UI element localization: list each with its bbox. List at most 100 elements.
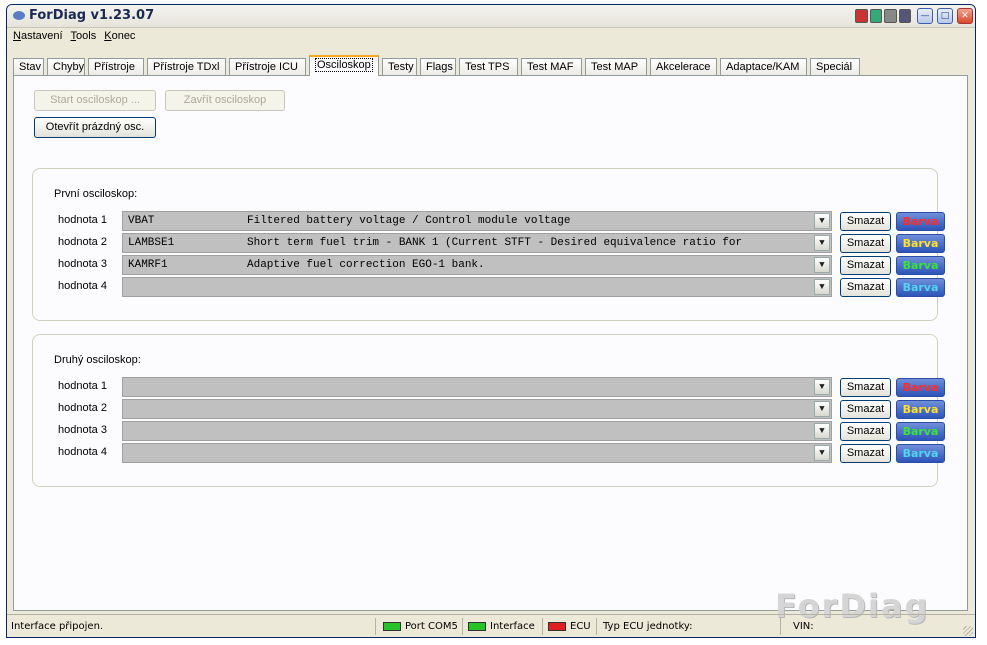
value-row: hodnota 3 KAMRF1 Adaptive fuel correction … — [33, 255, 945, 275]
value-select[interactable]: VBAT Filtered battery voltage / Control m… — [122, 211, 832, 231]
value-label: hodnota 4 — [58, 280, 107, 292]
tab-chyby[interactable]: Chyby — [47, 58, 85, 75]
start-oscilloscope-button[interactable]: Start osciloskop ... — [34, 90, 156, 111]
tab-p-stroje-tdxl[interactable]: Přístroje TDxl — [147, 58, 226, 75]
chevron-down-icon[interactable]: ▼ — [814, 423, 830, 439]
group-label: První osciloskop: — [54, 188, 138, 200]
menu-konec[interactable]: Konec — [104, 30, 135, 42]
value-select[interactable]: ▼ — [122, 277, 832, 297]
tab-label: Akcelerace — [656, 61, 711, 73]
chevron-down-icon[interactable]: ▼ — [814, 279, 830, 295]
delete-button[interactable]: Smazat — [840, 278, 891, 297]
tab-label: Přístroje ICU — [235, 61, 298, 73]
tab-test-map[interactable]: Test MAP — [585, 58, 647, 75]
close-button[interactable]: ✕ — [957, 8, 973, 24]
chevron-down-icon[interactable]: ▼ — [814, 235, 830, 251]
chevron-down-icon[interactable]: ▼ — [814, 379, 830, 395]
value-select[interactable]: ▼ — [122, 421, 832, 441]
close-oscilloscope-button[interactable]: Zavřít osciloskop — [165, 90, 285, 111]
value-select[interactable]: ▼ — [122, 377, 832, 397]
tab-label: Test MAP — [591, 61, 639, 73]
value-label: hodnota 1 — [58, 380, 107, 392]
interface-indicator: Interface — [468, 619, 535, 635]
app-window: ForDiag v1.23.07 — □ ✕ Nastavení Tools K… — [6, 4, 976, 638]
tab-adaptace-kam[interactable]: Adaptace/KAM — [720, 58, 807, 75]
color-button[interactable]: Barva — [896, 256, 945, 275]
value-description: Filtered battery voltage / Control modul… — [247, 215, 571, 227]
resize-grip[interactable] — [963, 626, 973, 636]
chevron-down-icon[interactable]: ▼ — [814, 401, 830, 417]
plug-icon — [898, 9, 911, 23]
color-button[interactable]: Barva — [896, 444, 945, 463]
tab-strip: Stav Chyby Přístroje Přístroje TDxl Přístroj… — [13, 55, 863, 76]
tab-flags[interactable]: Flags — [420, 58, 456, 75]
tab-label: Osciloskop — [315, 58, 373, 72]
oscilloscope-panel: Start osciloskop ... Zavřít osciloskop O… — [13, 75, 968, 611]
app-icon — [13, 11, 25, 20]
color-button[interactable]: Barva — [896, 234, 945, 253]
color-button[interactable]: Barva — [896, 378, 945, 397]
delete-button[interactable]: Smazat — [840, 444, 891, 463]
tab-p-stroje-icu[interactable]: Přístroje ICU — [229, 58, 306, 75]
color-button[interactable]: Barva — [896, 212, 945, 231]
tab-osciloskop[interactable]: Osciloskop — [309, 55, 379, 76]
value-select[interactable]: ▼ — [122, 399, 832, 419]
value-description: Short term fuel trim - BANK 1 (Current S… — [247, 237, 743, 249]
color-button[interactable]: Barva — [896, 400, 945, 419]
ecu-led-icon — [548, 621, 566, 631]
chevron-down-icon[interactable]: ▼ — [814, 257, 830, 273]
delete-button[interactable]: Smazat — [840, 378, 891, 397]
color-button[interactable]: Barva — [896, 422, 945, 441]
value-description: Adaptive fuel correction EGO-1 bank. — [247, 259, 485, 271]
value-label: hodnota 2 — [58, 402, 107, 414]
open-empty-oscilloscope-button[interactable]: Otevřít prázdný osc. — [34, 117, 156, 138]
tab-test-maf[interactable]: Test MAF — [521, 58, 582, 75]
chevron-down-icon[interactable]: ▼ — [814, 445, 830, 461]
tab-p-stroje[interactable]: Přístroje — [88, 58, 144, 75]
menu-nastaveni[interactable]: Nastavení — [13, 30, 63, 42]
tab-label: Adaptace/KAM — [726, 61, 800, 73]
color-button[interactable]: Barva — [896, 278, 945, 297]
delete-button[interactable]: Smazat — [840, 400, 891, 419]
value-select[interactable]: ▼ — [122, 443, 832, 463]
value-row: hodnota 1 VBAT Filtered battery voltage / … — [33, 211, 945, 231]
value-label: hodnota 2 — [58, 236, 107, 248]
ecu-indicator: ECU — [548, 619, 591, 635]
tab-label: Test TPS — [465, 61, 510, 73]
chevron-down-icon[interactable]: ▼ — [814, 213, 830, 229]
value-row: hodnota 2 ▼ Smazat Barva — [33, 399, 945, 419]
value-select[interactable]: KAMRF1 Adaptive fuel correction EGO-1 ban… — [122, 255, 832, 275]
port-led-icon — [383, 621, 401, 631]
delete-button[interactable]: Smazat — [840, 422, 891, 441]
first-oscilloscope-group: První osciloskop: hodnota 1 VBAT Filtered b… — [32, 168, 945, 321]
maximize-button[interactable]: □ — [937, 8, 953, 24]
second-oscilloscope-group: Druhý osciloskop: hodnota 1 ▼ Smazat Barva ho… — [32, 334, 945, 487]
value-label: hodnota 3 — [58, 424, 107, 436]
tab-label: Test MAF — [527, 61, 574, 73]
minimize-button[interactable]: — — [917, 8, 933, 24]
status-bar: Interface připojen. Port COM5 Interface … — [7, 614, 975, 637]
value-row: hodnota 4 ▼ Smazat Barva — [33, 443, 945, 463]
value-select[interactable]: LAMBSE1 Short term fuel trim - BANK 1 (Cu… — [122, 233, 832, 253]
tab-speci-l[interactable]: Speciál — [810, 58, 860, 75]
delete-button[interactable]: Smazat — [840, 212, 891, 231]
value-row: hodnota 3 ▼ Smazat Barva — [33, 421, 945, 441]
tab-label: Flags — [426, 61, 453, 73]
engine-icon — [855, 9, 868, 23]
menu-tools[interactable]: Tools — [71, 30, 97, 42]
delete-button[interactable]: Smazat — [840, 256, 891, 275]
tab-akcelerace[interactable]: Akcelerace — [650, 58, 717, 75]
status-icons — [855, 9, 911, 23]
value-code: LAMBSE1 — [128, 237, 175, 249]
vin-label: VIN: — [793, 621, 814, 632]
tab-testy[interactable]: Testy — [382, 58, 417, 75]
value-code: VBAT — [128, 215, 155, 227]
ecu-label: ECU — [570, 621, 591, 632]
window-title: ForDiag v1.23.07 — [29, 8, 155, 23]
tab-label: Stav — [19, 61, 42, 73]
tab-test-tps[interactable]: Test TPS — [459, 58, 518, 75]
tab-stav[interactable]: Stav — [13, 58, 44, 75]
tab-label: Přístroje — [94, 61, 135, 73]
interface-led-icon — [468, 621, 486, 631]
delete-button[interactable]: Smazat — [840, 234, 891, 253]
